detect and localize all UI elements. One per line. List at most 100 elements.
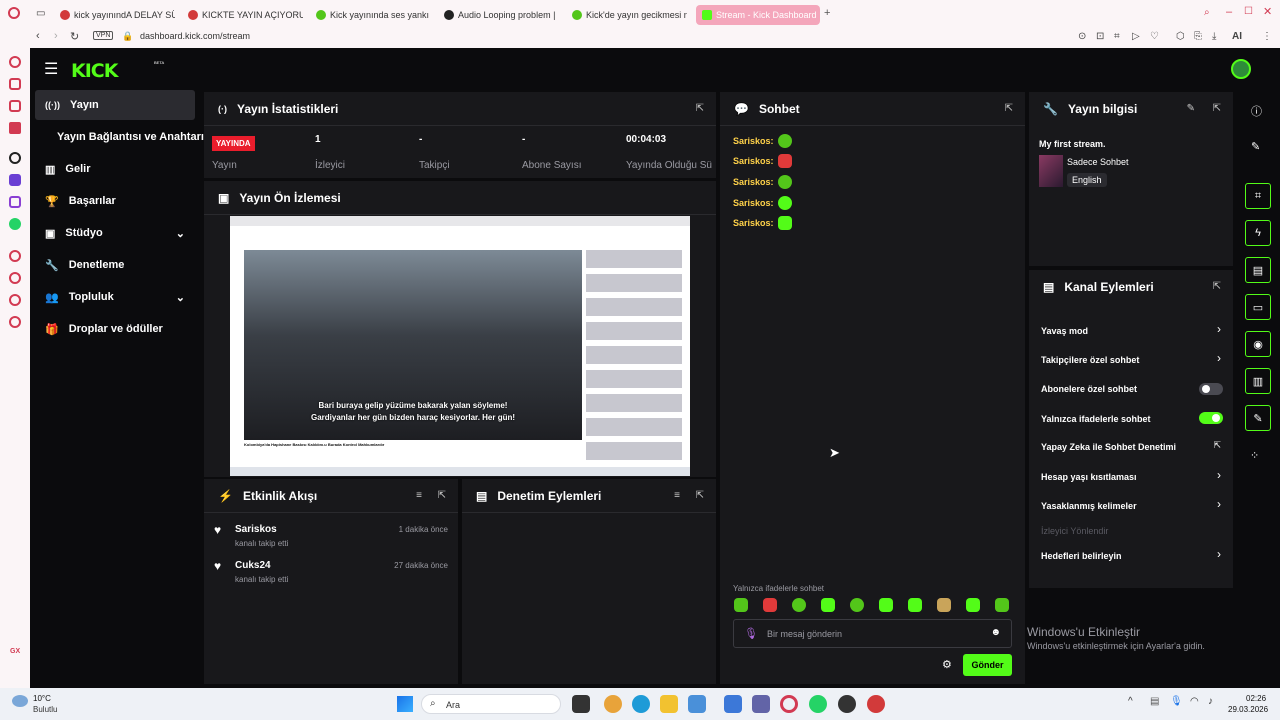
chat-message[interactable]: Sariskos: [733,196,792,210]
category-name[interactable]: Sadece Sohbet [1067,157,1129,167]
new-tab-button[interactable]: + [824,7,830,19]
chatgpt-icon[interactable] [9,152,21,164]
close-button[interactable]: ✕ [1263,5,1272,18]
teams-icon[interactable] [752,695,770,713]
emote-icon[interactable] [937,598,951,612]
crop-icon[interactable]: ⌗ [1114,31,1120,42]
opera-icon[interactable] [780,695,798,713]
sidebar-app-icon[interactable] [9,272,21,284]
browser-tab-1[interactable]: kick yayınındA DELAY SÜR [60,5,175,25]
popout-icon[interactable]: ⇱ [696,103,704,114]
browser-tab-2[interactable]: KICKTE YAYIN AÇIYORUM [188,5,303,25]
browser-tab-4[interactable]: Audio Looping problem | [444,5,559,25]
sidebar-app-icon[interactable] [9,250,21,262]
file-explorer-icon[interactable] [660,695,678,713]
microphone-icon[interactable]: 🎙 [1170,696,1183,707]
broadcast-icon[interactable]: ◉ [1245,331,1271,357]
document-icon[interactable]: ▤ [1245,257,1271,283]
menu-icon[interactable]: ⋮ [1262,31,1272,42]
actions-icon[interactable]: ▥ [1245,368,1271,394]
edge-icon[interactable] [632,695,650,713]
gx-icon[interactable]: GX [10,648,20,655]
wifi-icon[interactable]: ◠ [1190,696,1199,707]
preview-video[interactable]: Bari buraya gelip yüzüme bakarak yalan s… [230,216,690,476]
store-icon[interactable] [688,695,706,713]
reload-icon[interactable]: ↻ [70,30,79,43]
popout-icon[interactable]: ⇱ [438,490,446,501]
emote-icon[interactable] [763,598,777,612]
apps-icon[interactable]: ⁘ [1250,449,1259,462]
share-icon[interactable]: ⎘ [1194,31,1202,42]
sidebar-app-icon[interactable] [9,56,21,68]
emote-icon[interactable] [879,598,893,612]
emote-icon[interactable] [850,598,864,612]
filter-icon[interactable]: ≡ [674,490,680,501]
search-icon[interactable]: ⌕ [1204,7,1210,18]
sidebar-item-drops[interactable]: 🎁 Droplar ve ödüller [35,314,195,344]
popout-icon[interactable]: ⇱ [1005,103,1013,114]
chat-message[interactable]: Sariskos: [733,175,792,189]
minimize-button[interactable]: – [1226,6,1232,18]
tray-chevron-icon[interactable]: ^ [1128,696,1133,707]
chat-icon[interactable]: ▭ [1245,294,1271,320]
taskbar-search[interactable]: ⌕ Ara [421,694,561,714]
microphone-icon[interactable]: 🎙 [744,627,758,640]
emote-icon[interactable] [821,598,835,612]
send-button[interactable]: Gönder [963,654,1012,676]
clock-time[interactable]: 02:26 [1246,694,1266,703]
clip-icon[interactable]: ⌗ [1245,183,1271,209]
settings-icon[interactable] [9,316,21,328]
play-icon[interactable]: ▷ [1132,31,1140,42]
app-icon[interactable] [867,695,885,713]
browser-tab-5[interactable]: Kick'de yayın gecikmesi n [572,5,687,25]
download-icon[interactable]: ⤓ [1212,31,1216,42]
sidebar-app-icon[interactable] [9,122,21,134]
sidebar-item-community[interactable]: 👥 Topluluk ⌄ [35,282,195,312]
messenger-icon[interactable] [9,174,21,186]
tray-app-icon[interactable]: ▤ [1150,696,1159,707]
activity-user[interactable]: Sariskos [235,524,277,535]
emotes-only-toggle[interactable] [1199,412,1223,424]
windows-start-icon[interactable] [397,696,413,712]
sidebar-app-icon[interactable] [9,78,21,90]
emoji-icon[interactable]: ☻ [990,627,1001,638]
gear-icon[interactable]: ⚙ [942,658,952,671]
info-icon[interactable]: ⓘ [1251,103,1262,119]
emote-icon[interactable] [792,598,806,612]
snapshot-icon[interactable]: ⊡ [1096,31,1104,42]
emote-icon[interactable] [908,598,922,612]
opera-logo-icon[interactable] [8,7,20,19]
sidebar-app-icon[interactable] [9,100,21,112]
popout-icon[interactable]: ⇱ [1213,281,1221,292]
whatsapp-icon[interactable] [809,695,827,713]
sidebar-item-stream[interactable]: ((·)) Yayın [35,90,195,120]
clock-date[interactable]: 29.03.2026 [1228,705,1268,714]
emote-icon[interactable] [995,598,1009,612]
popout-icon[interactable]: ⇱ [696,490,704,501]
sidebar-app-icon[interactable] [9,294,21,306]
subscribers-only-toggle[interactable] [1199,383,1223,395]
chat-message[interactable]: Sariskos: [733,134,792,148]
url-text[interactable]: dashboard.kick.com/stream [140,31,250,41]
filter-icon[interactable]: ≡ [416,490,422,501]
extension-icon[interactable]: ⊙ [1078,31,1086,42]
whatsapp-icon[interactable] [9,218,21,230]
sidebar-item-achievements[interactable]: 🏆 Başarılar [35,186,195,216]
chat-message[interactable]: Sariskos: [733,216,792,230]
heart-icon[interactable]: ♡ [1150,31,1159,42]
browser-tab-active[interactable]: Stream - Kick Dashboard [696,5,820,25]
sidebar-item-revenue[interactable]: ▥ Gelir [35,154,195,184]
chat-message[interactable]: Sariskos: [733,154,792,168]
chat-input[interactable]: 🎙 Bir mesaj gönderin ☻ [733,619,1012,648]
extensions-icon[interactable]: ⬡ [1176,31,1185,42]
edit-icon[interactable]: ✎ [1251,140,1260,153]
twitch-icon[interactable] [9,196,21,208]
popout-icon[interactable]: ⇱ [1213,103,1221,114]
vpn-badge[interactable]: VPN [93,31,114,40]
lightning-icon[interactable]: ϟ [1245,220,1271,246]
tab-overview-icon[interactable]: ▭ [36,8,45,19]
ai-button[interactable]: AI [1232,31,1242,42]
forward-icon[interactable]: › [54,30,58,42]
sidebar-item-studio[interactable]: ▣ Stüdyo ⌄ [35,218,195,248]
back-icon[interactable]: ‹ [36,30,40,42]
